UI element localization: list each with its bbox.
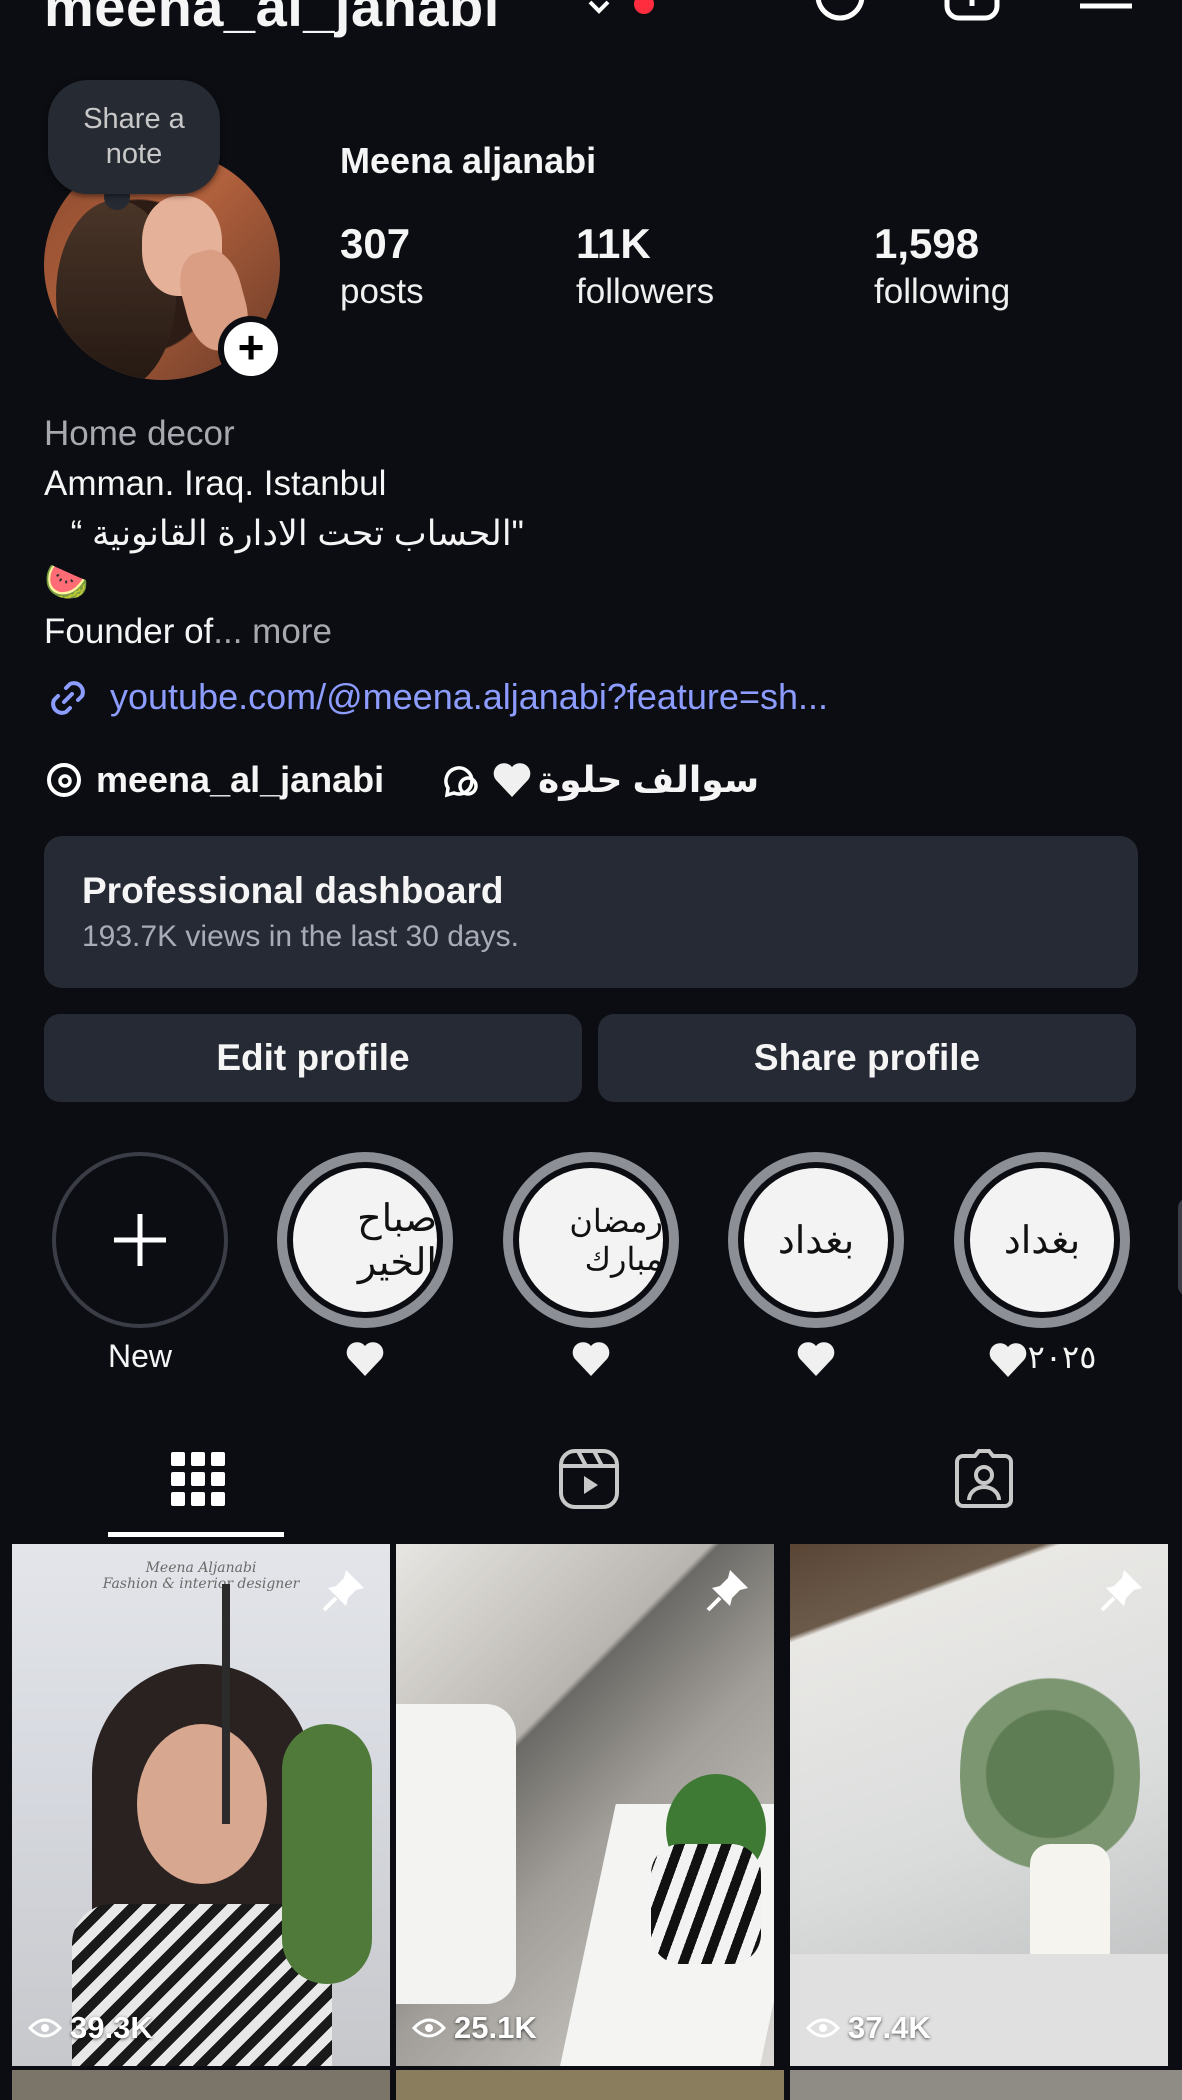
highlight-partial[interactable] [1178,1198,1182,1296]
pin-icon [706,1570,748,1612]
threads-icon[interactable] [812,0,868,28]
plus-icon [114,1214,166,1266]
bio-emoji: 🍉 [44,561,89,602]
threads-icon [47,763,81,797]
full-name: Meena aljanabi [340,140,597,181]
view-count-text: 37.4K [848,2010,931,2045]
dashboard-title: Professional dashboard [82,870,504,911]
share-profile-button[interactable]: Share profile [598,1014,1136,1102]
share-note-bubble[interactable]: Share a note [48,80,220,194]
add-story-button[interactable]: + [218,316,284,382]
post-tile-partial[interactable] [790,2070,1182,2100]
followers-count[interactable]: 11K [576,220,651,268]
highlight-label-3 [728,1338,904,1378]
following-count[interactable]: 1,598 [874,220,979,268]
following-label[interactable]: following [874,272,1010,312]
posts-label[interactable]: posts [340,272,424,312]
heart-icon [493,763,531,797]
post-tile-partial[interactable] [396,2070,784,2100]
profile-link[interactable]: youtube.com/@meena.aljanabi?feature=sh..… [110,676,828,718]
highlight-label-1 [277,1338,453,1378]
highlight-cover-text: بغداد [970,1168,1114,1312]
view-count-text: 39.3K [70,2010,153,2045]
profile-username[interactable]: meena_al_janabi [44,0,500,39]
highlight-label-new: New [107,1338,172,1374]
threads-handle: meena_al_janabi [96,759,385,800]
heart-icon [989,1342,1026,1377]
create-post-icon[interactable] [944,0,1000,28]
view-count-text: 25.1K [454,2010,537,2045]
bio-arabic-line: "الحساب تحت الادارة القانونية “ [70,514,524,553]
bio-category: Home decor [44,414,235,453]
chat-bubbles-icon [444,766,478,798]
grid-tab-icon[interactable] [167,1448,229,1510]
bio-more-link[interactable]: ... more [213,612,332,651]
highlight-label-2 [503,1338,679,1378]
post-tile-partial[interactable] [12,2070,390,2100]
active-tab-indicator [108,1532,284,1537]
highlight-3[interactable]: بغداد [728,1152,904,1328]
post-tile[interactable]: 25.1K [396,1544,774,2066]
view-count: 39.3K [28,2010,153,2046]
edit-profile-button[interactable]: Edit profile [44,1014,582,1102]
highlight-4[interactable]: بغداد [954,1152,1130,1328]
notification-dot [634,0,654,14]
highlight-cover-text: بغداد [744,1168,888,1312]
posts-count[interactable]: 307 [340,220,410,268]
threads-status[interactable]: سوالف حلوة [440,756,759,804]
note-text: Share a note [83,103,185,170]
threads-status-text: سوالف حلوة [538,759,760,800]
menu-icon[interactable] [1078,0,1134,28]
post-tile[interactable]: Meena Aljanabi Fashion & interior design… [12,1544,390,2066]
heart-icon [572,1341,610,1376]
tagged-tab-icon[interactable] [953,1448,1015,1510]
highlight-label-text: ٢٠٢٥ [1027,1339,1097,1375]
followers-label[interactable]: followers [576,272,714,312]
dashboard-subtitle: 193.7K views in the last 30 days. [82,920,519,953]
heart-icon [346,1341,384,1376]
professional-dashboard[interactable]: Professional dashboard 193.7K views in t… [44,836,1138,988]
threads-badge[interactable]: meena_al_janabi [44,756,384,804]
bio-locations: Amman. Iraq. Istanbul [44,464,387,503]
bio-founder-line: Founder of... more [44,612,332,652]
pin-icon [1100,1570,1142,1612]
heart-icon [797,1341,835,1376]
pin-icon [322,1570,364,1612]
view-count: 37.4K [806,2010,931,2046]
highlight-2[interactable]: رمضان مبارك [503,1152,679,1328]
eye-icon [806,2018,840,2038]
highlight-cover-text: صباح الخير [293,1168,437,1312]
view-count: 25.1K [412,2010,537,2046]
bio-founder-text: Founder of [44,612,214,651]
post-tile[interactable]: 37.4K [790,1544,1168,2066]
eye-icon [412,2018,446,2038]
eye-icon [28,2018,62,2038]
new-highlight-button[interactable] [52,1152,228,1328]
reels-tab-icon[interactable] [558,1448,620,1510]
highlight-label-4: ٢٠٢٥ [954,1338,1130,1379]
highlight-cover-text: رمضان مبارك [519,1168,663,1312]
highlight-1[interactable]: صباح الخير [277,1152,453,1328]
chevron-down-icon[interactable] [588,0,610,14]
link-icon [51,681,85,715]
